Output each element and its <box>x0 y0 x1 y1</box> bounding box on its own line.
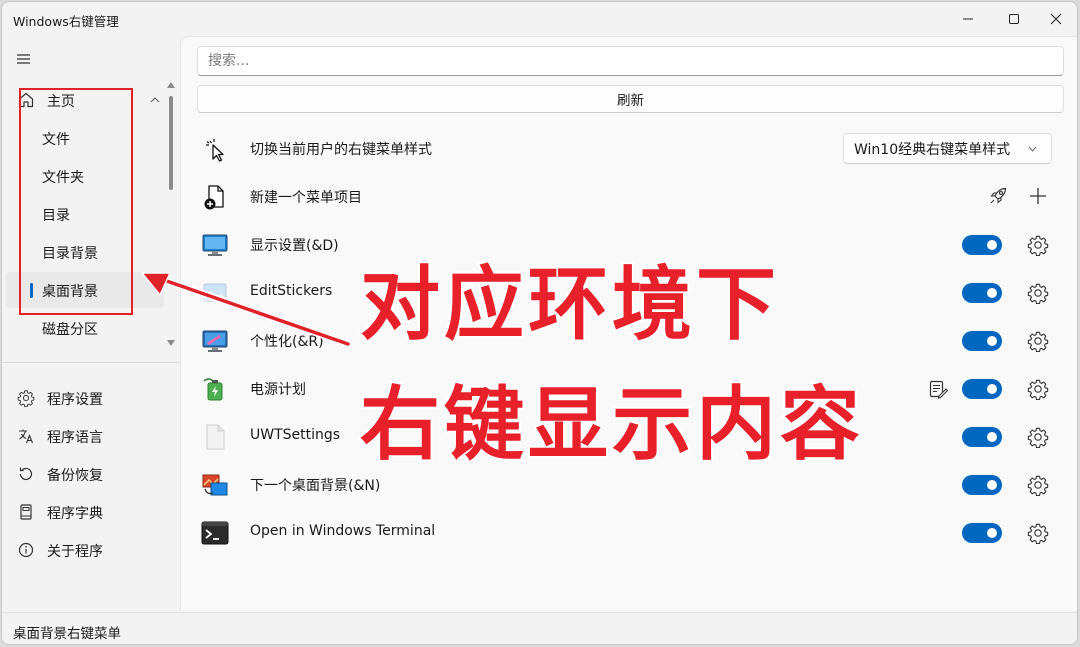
maximize-icon <box>1009 14 1019 24</box>
gear-icon[interactable] <box>1027 474 1049 496</box>
enable-toggle[interactable] <box>962 331 1002 351</box>
gear-icon <box>17 390 35 407</box>
minimize-icon <box>963 18 973 20</box>
power-plan-icon <box>203 378 223 401</box>
title-bar: Windows右键管理 <box>2 2 1077 36</box>
sidebar-item-about[interactable]: 关于程序 <box>6 532 164 568</box>
enable-toggle[interactable] <box>962 427 1002 447</box>
chevron-up-icon[interactable] <box>150 97 160 103</box>
terminal-icon <box>201 521 229 545</box>
minimize-button[interactable] <box>945 2 991 36</box>
menu-style-dropdown[interactable]: Win10经典右键菜单样式 <box>843 133 1052 164</box>
next-background-icon <box>202 474 228 496</box>
new-file-icon <box>204 185 224 210</box>
annotation-arrow <box>141 272 352 348</box>
menu-item-row: Open in Windows Terminal <box>181 509 1077 557</box>
annotation-text-line2: 右键显示内容 <box>358 376 864 473</box>
cursor-click-icon <box>206 139 224 162</box>
enable-toggle[interactable] <box>962 235 1002 255</box>
sidebar-item-settings[interactable]: 程序设置 <box>6 380 164 416</box>
hamburger-menu-icon[interactable] <box>13 48 35 70</box>
annotation-highlight-box <box>19 88 133 315</box>
translate-icon <box>19 429 34 444</box>
enable-toggle[interactable] <box>962 475 1002 495</box>
blank-file-icon <box>206 424 225 450</box>
gear-icon[interactable] <box>1027 378 1049 400</box>
search-input[interactable] <box>197 46 1064 76</box>
maximize-button[interactable] <box>991 2 1037 36</box>
status-text: 桌面背景右键菜单 <box>13 626 121 642</box>
sidebar-item-dictionary[interactable]: 程序字典 <box>6 494 164 530</box>
status-bar: 桌面背景右键菜单 <box>2 612 1077 644</box>
info-icon <box>18 542 34 558</box>
enable-toggle[interactable] <box>962 379 1002 399</box>
restore-icon <box>19 467 33 481</box>
enable-toggle[interactable] <box>962 283 1002 303</box>
new-item-label: 新建一个菜单项目 <box>250 190 362 206</box>
add-icon[interactable] <box>1027 185 1049 207</box>
menu-style-label: 切换当前用户的右键菜单样式 <box>250 142 432 158</box>
sidebar-divider <box>2 362 179 363</box>
menu-style-row: 切换当前用户的右键菜单样式 Win10经典右键菜单样式 <box>181 125 1077 173</box>
gear-icon[interactable] <box>1027 282 1049 304</box>
gear-icon[interactable] <box>1027 234 1049 256</box>
refresh-button[interactable]: 刷新 <box>197 85 1064 113</box>
sidebar-item-language[interactable]: 程序语言 <box>6 418 164 454</box>
gear-icon[interactable] <box>1027 522 1049 544</box>
scrollbar-thumb[interactable] <box>169 96 173 190</box>
menu-style-dropdown-value: Win10经典右键菜单样式 <box>854 141 1011 158</box>
gear-icon[interactable] <box>1027 330 1049 352</box>
scroll-up-icon[interactable] <box>167 82 175 88</box>
close-button[interactable] <box>1033 2 1077 36</box>
annotation-text-line1: 对应环境下 <box>358 256 780 353</box>
gear-icon[interactable] <box>1027 426 1049 448</box>
edit-notes-icon[interactable] <box>928 379 948 399</box>
new-item-row: 新建一个菜单项目 <box>181 173 1077 221</box>
close-icon <box>1050 13 1062 25</box>
sidebar-item-backup[interactable]: 备份恢复 <box>6 456 164 492</box>
enable-toggle[interactable] <box>962 523 1002 543</box>
display-icon <box>202 234 228 256</box>
book-icon <box>20 504 32 520</box>
rocket-icon[interactable] <box>987 185 1009 207</box>
window-title: Windows右键管理 <box>13 14 119 29</box>
chevron-down-icon <box>1028 146 1037 152</box>
